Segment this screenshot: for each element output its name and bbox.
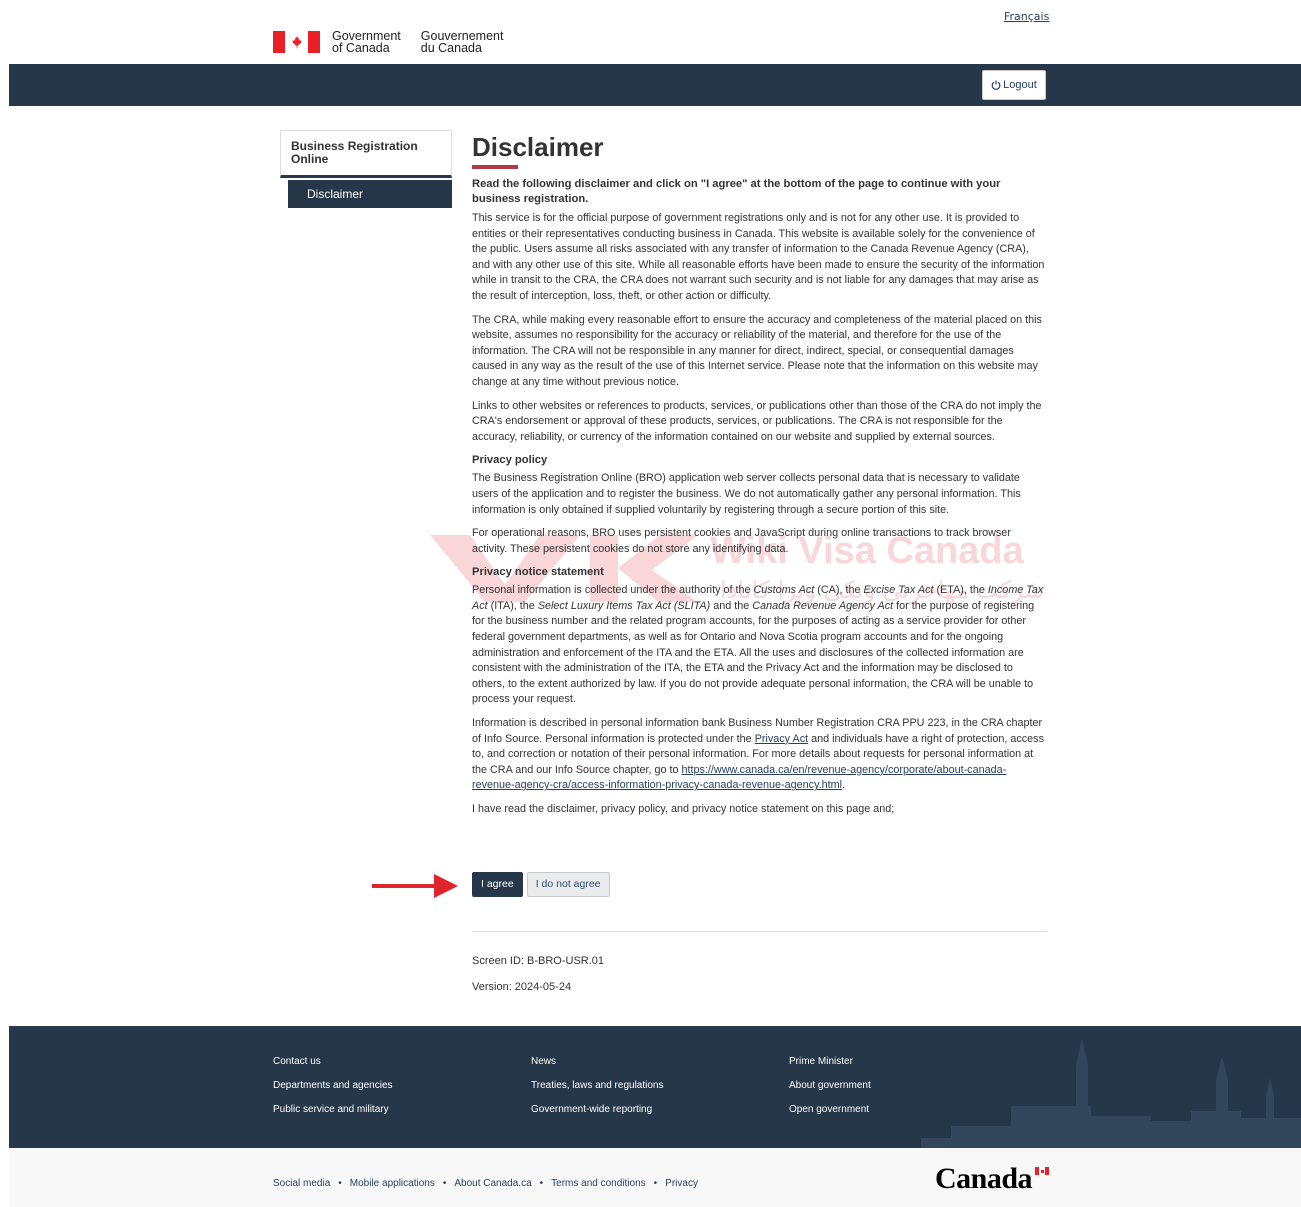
- government-signature[interactable]: Government of Canada Gouvernement du Can…: [273, 30, 511, 54]
- privacy-notice-paragraph-2: Information is described in personal inf…: [472, 717, 1044, 792]
- footer-link-about-government[interactable]: About government: [789, 1074, 1047, 1098]
- footer-link-news[interactable]: News: [531, 1050, 789, 1074]
- sidebar-nav: Business Registration Online Disclaimer: [280, 130, 452, 208]
- separator-dot: •: [338, 1178, 342, 1189]
- logout-label: Logout: [1003, 79, 1037, 91]
- main-content: Disclaimer Read the following disclaimer…: [472, 130, 1048, 826]
- gov-name-french: Gouvernement du Canada: [420, 29, 504, 55]
- separator-dot: •: [539, 1178, 544, 1189]
- footer-link-columns: Contact us Departments and agencies Publ…: [273, 1050, 1047, 1122]
- annotation-arrow-icon: [372, 874, 458, 898]
- footer-link-treaties[interactable]: Treaties, laws and regulations: [531, 1074, 789, 1098]
- version-label: Version: 2024-05-24: [472, 981, 572, 993]
- privacy-act-link[interactable]: Privacy Act: [755, 733, 808, 745]
- privacy-policy-paragraph-1: The Business Registration Online (BRO) a…: [472, 472, 1021, 516]
- disclaimer-paragraph-2: The CRA, while making every reasonable e…: [472, 313, 1042, 388]
- agree-button[interactable]: I agree: [472, 872, 523, 897]
- logout-button[interactable]: Logout: [982, 70, 1046, 100]
- footer-link-terms[interactable]: Terms and conditions: [551, 1178, 646, 1189]
- footer-link-privacy[interactable]: Privacy: [665, 1178, 698, 1189]
- disagree-button[interactable]: I do not agree: [526, 872, 610, 897]
- title-underline: [472, 165, 518, 169]
- footer-column-3: Prime Minister About government Open gov…: [789, 1050, 1047, 1122]
- footer-link-about-canada[interactable]: About Canada.ca: [454, 1178, 531, 1189]
- top-nav-bar: [9, 64, 1301, 106]
- sidebar-title[interactable]: Business Registration Online: [280, 130, 452, 178]
- separator-dot: •: [442, 1178, 447, 1189]
- footer-column-2: News Treaties, laws and regulations Gove…: [531, 1050, 789, 1122]
- footer-link-reporting[interactable]: Government-wide reporting: [531, 1098, 789, 1122]
- disclaimer-paragraph-3: Links to other websites or references to…: [472, 399, 1042, 443]
- privacy-notice-paragraph-1: Personal information is collected under …: [472, 584, 1044, 706]
- privacy-policy-paragraph-2: For operational reasons, BRO uses persis…: [472, 527, 1011, 555]
- footer-bottom-links: Social media • Mobile applications • Abo…: [273, 1178, 698, 1189]
- footer-link-public-service[interactable]: Public service and military: [273, 1098, 531, 1122]
- separator-dot: •: [653, 1178, 658, 1189]
- screen-id: Screen ID: B-BRO-USR.01: [472, 955, 605, 967]
- lead-instruction: Read the following disclaimer and click …: [472, 178, 1001, 205]
- privacy-notice-heading: Privacy notice statement: [472, 566, 604, 579]
- acknowledgement-text: I have read the disclaimer, privacy poli…: [472, 803, 895, 815]
- canada-wordmark: Canada: [935, 1162, 1033, 1195]
- wordmark-flag-icon: [1035, 1167, 1049, 1175]
- content-divider: [472, 931, 1047, 932]
- footer-link-social-media[interactable]: Social media: [273, 1178, 330, 1189]
- footer-link-contact-us[interactable]: Contact us: [273, 1050, 531, 1074]
- footer-link-open-government[interactable]: Open government: [789, 1098, 1047, 1122]
- footer-column-1: Contact us Departments and agencies Publ…: [273, 1050, 531, 1122]
- disclaimer-paragraph-1: This service is for the official purpose…: [472, 212, 1045, 302]
- footer-link-prime-minister[interactable]: Prime Minister: [789, 1050, 1047, 1074]
- canada-flag-icon: [273, 31, 320, 53]
- power-icon: [991, 80, 1001, 90]
- agreement-buttons: I agree I do not agree: [472, 872, 610, 897]
- footer-link-mobile-apps[interactable]: Mobile applications: [350, 1178, 435, 1189]
- language-toggle-link[interactable]: Français: [1004, 10, 1049, 23]
- footer-link-departments[interactable]: Departments and agencies: [273, 1074, 531, 1098]
- page-title: Disclaimer: [472, 132, 604, 162]
- gov-name-english: Government of Canada: [332, 29, 401, 55]
- sidebar-item-disclaimer[interactable]: Disclaimer: [288, 180, 452, 208]
- page: Français Government of Canada Gouverneme…: [0, 0, 1301, 1207]
- privacy-policy-heading: Privacy policy: [472, 454, 548, 467]
